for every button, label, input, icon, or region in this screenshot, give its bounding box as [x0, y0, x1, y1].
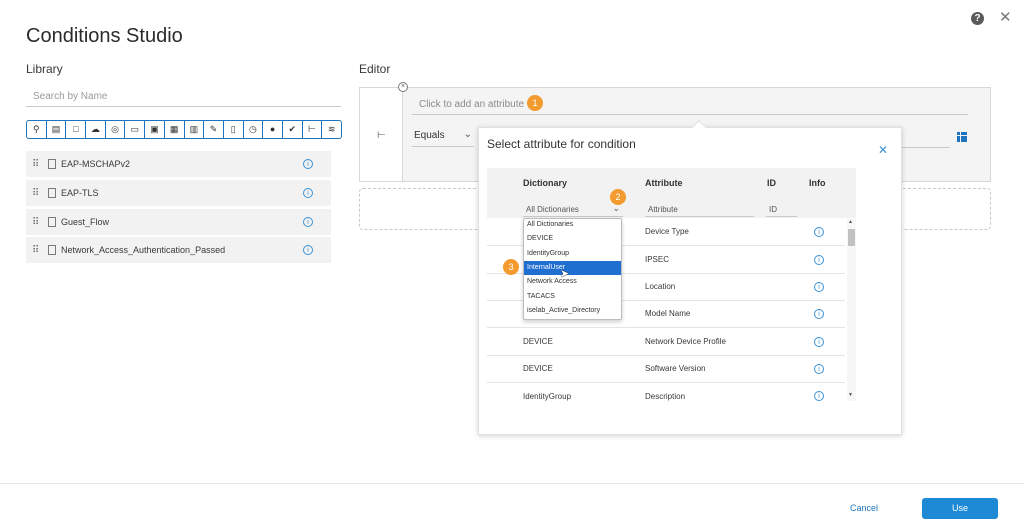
row-dictionary: DEVICE: [523, 337, 553, 346]
dropdown-option[interactable]: All Dictionaries: [524, 218, 621, 232]
editor-label: Editor: [359, 62, 391, 76]
remove-condition-icon[interactable]: ×: [398, 82, 408, 92]
dropdown-option-selected[interactable]: InternalUser: [524, 261, 621, 275]
dropdown-option[interactable]: DEVICE: [524, 232, 621, 246]
attribute-filter-input[interactable]: Attribute: [645, 203, 754, 217]
row-attribute[interactable]: Device Type: [645, 227, 689, 236]
document-icon: [48, 245, 56, 255]
scroll-down-icon[interactable]: ▼: [848, 392, 853, 398]
scroll-thumb[interactable]: [848, 229, 855, 246]
row-dictionary: IdentityGroup: [523, 392, 572, 401]
id-filter-input[interactable]: ID: [766, 203, 797, 217]
clock-icon[interactable]: ◷: [244, 121, 264, 138]
library-search-input[interactable]: Search by Name: [26, 87, 341, 107]
info-icon[interactable]: i: [303, 159, 313, 169]
table-scrollbar[interactable]: [847, 219, 856, 401]
square-icon[interactable]: □: [66, 121, 87, 138]
mouse-cursor-icon: ➤: [560, 268, 570, 280]
dictionary-filter-value: All Dictionaries: [526, 205, 579, 214]
document-icon: [48, 159, 56, 169]
drag-handle-icon[interactable]: ⠿: [32, 188, 44, 199]
library-item[interactable]: ⠿ EAP-TLS i: [26, 180, 331, 206]
document-icon: [48, 217, 56, 227]
column-dictionary: Dictionary: [523, 178, 568, 188]
info-icon[interactable]: i: [814, 255, 824, 265]
row-dictionary: DEVICE: [523, 364, 553, 373]
popup-title: Select attribute for condition: [487, 137, 636, 151]
cancel-button[interactable]: Cancel: [850, 503, 878, 513]
info-icon[interactable]: i: [303, 217, 313, 227]
step-badge-2: 2: [610, 189, 626, 205]
id-badge-icon[interactable]: ▥: [185, 121, 205, 138]
column-id: ID: [767, 178, 776, 188]
row-attribute[interactable]: Location: [645, 282, 675, 291]
table-row-divider: [487, 327, 845, 328]
certificate-icon[interactable]: ▦: [165, 121, 185, 138]
dropdown-option[interactable]: iselab_Active_Directory: [524, 304, 621, 318]
library-item-label: Guest_Flow: [61, 217, 110, 227]
dictionary-filter-select[interactable]: All Dictionaries ⌄: [523, 203, 623, 217]
operator-select[interactable]: Equals ⌄: [412, 127, 474, 147]
check-circle-icon[interactable]: ✔: [283, 121, 303, 138]
library-item[interactable]: ⠿ Network_Access_Authentication_Passed i: [26, 237, 331, 263]
close-icon[interactable]: ✕: [999, 10, 1012, 25]
tree-icon[interactable]: ⊢: [303, 121, 323, 138]
library-label: Library: [26, 62, 63, 76]
help-icon[interactable]: ?: [971, 12, 984, 25]
page-title: Conditions Studio: [26, 25, 183, 47]
table-row-divider: [487, 382, 845, 383]
column-info: Info: [809, 178, 826, 188]
monitor-icon[interactable]: ▭: [125, 121, 146, 138]
tree-icon: ⊢: [377, 130, 386, 141]
drag-handle-icon[interactable]: ⠿: [32, 159, 44, 170]
scroll-up-icon[interactable]: ▲: [848, 219, 853, 225]
row-attribute[interactable]: Network Device Profile: [645, 337, 726, 346]
server-icon[interactable]: ▯: [224, 121, 244, 138]
library-item-label: Network_Access_Authentication_Passed: [61, 245, 226, 255]
cloud-icon[interactable]: ☁: [86, 121, 106, 138]
user-icon[interactable]: ●: [263, 121, 283, 138]
use-button[interactable]: Use: [922, 498, 998, 519]
drag-handle-icon[interactable]: ⠿: [32, 245, 44, 256]
id-card-icon[interactable]: ▤: [47, 121, 67, 138]
location-pin-icon[interactable]: ⚲: [27, 121, 47, 138]
edit-icon[interactable]: ✎: [204, 121, 224, 138]
operator-value: Equals: [414, 130, 445, 141]
info-icon[interactable]: i: [814, 364, 824, 374]
row-attribute[interactable]: Description: [645, 392, 685, 401]
desktop-icon[interactable]: ▣: [145, 121, 165, 138]
footer-divider: [0, 483, 1024, 484]
info-icon[interactable]: i: [814, 227, 824, 237]
row-attribute[interactable]: Model Name: [645, 309, 690, 318]
dropdown-option[interactable]: IdentityGroup: [524, 247, 621, 261]
info-icon[interactable]: i: [814, 309, 824, 319]
info-icon[interactable]: i: [814, 391, 824, 401]
chevron-down-icon: ⌄: [463, 129, 472, 140]
grid-icon[interactable]: [957, 132, 967, 142]
row-attribute[interactable]: Software Version: [645, 364, 705, 373]
step-badge-3: 3: [503, 259, 519, 275]
info-icon[interactable]: i: [814, 282, 824, 292]
document-icon: [48, 188, 56, 198]
library-item-label: EAP-MSCHAPv2: [61, 159, 131, 169]
info-icon[interactable]: i: [814, 337, 824, 347]
info-icon[interactable]: i: [303, 245, 313, 255]
library-item[interactable]: ⠿ Guest_Flow i: [26, 209, 331, 235]
column-attribute: Attribute: [645, 178, 683, 188]
table-row-divider: [487, 355, 845, 356]
library-item[interactable]: ⠿ EAP-MSCHAPv2 i: [26, 151, 331, 177]
attribute-input[interactable]: Click to add an attribute: [412, 95, 968, 115]
info-icon[interactable]: i: [303, 188, 313, 198]
drag-handle-icon[interactable]: ⠿: [32, 217, 44, 228]
library-filter-bar: ⚲ ▤ □ ☁ ◎ ▭ ▣ ▦ ▥ ✎ ▯ ◷ ● ✔ ⊢ ≋: [26, 120, 342, 139]
dropdown-option[interactable]: TACACS: [524, 290, 621, 304]
wifi-icon[interactable]: ≋: [322, 121, 341, 138]
popup-close-icon[interactable]: ✕: [878, 143, 888, 157]
dropdown-option[interactable]: Network Access: [524, 275, 621, 289]
library-item-label: EAP-TLS: [61, 188, 99, 198]
step-badge-1: 1: [527, 95, 543, 111]
globe-icon[interactable]: ◎: [106, 121, 126, 138]
row-attribute[interactable]: IPSEC: [645, 255, 669, 264]
